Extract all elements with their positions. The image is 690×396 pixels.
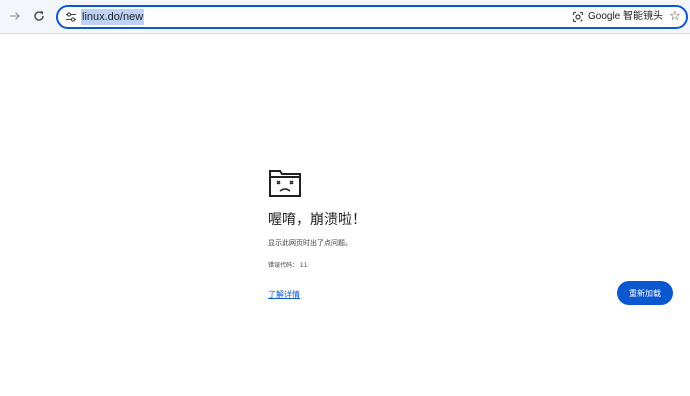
lens-label: Google 智能镜头 [588, 11, 664, 22]
reload-page-button[interactable]: 重新加载 [617, 281, 673, 305]
sad-folder-icon [269, 170, 301, 197]
url-text[interactable]: linux.do/new [81, 9, 145, 25]
forward-button[interactable] [5, 6, 25, 26]
reload-icon [34, 11, 44, 21]
forward-arrow-icon [10, 12, 20, 20]
learn-more-link[interactable]: 了解详情 [268, 289, 300, 300]
lens-icon [572, 11, 584, 23]
address-bar[interactable]: linux.do/new Google 智能镜头 ☆ [56, 5, 688, 29]
star-icon: ☆ [669, 9, 681, 24]
error-message: 显示此网页时出了点问题。 [268, 239, 352, 247]
google-lens-button[interactable]: Google 智能镜头 [572, 9, 663, 25]
reload-button[interactable] [29, 6, 49, 26]
error-title: 喔唷，崩溃啦！ [268, 212, 366, 228]
browser-toolbar: linux.do/new Google 智能镜头 ☆ [0, 0, 690, 34]
site-info-button[interactable] [64, 10, 78, 24]
bookmark-button[interactable]: ☆ [669, 8, 681, 26]
tune-icon [66, 12, 76, 22]
error-code: 错误代码： 11 [268, 262, 308, 269]
